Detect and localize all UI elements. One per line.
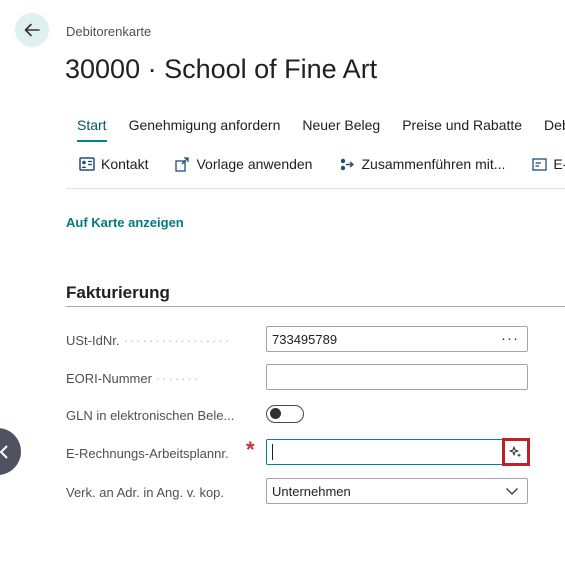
- section-title: Fakturierung: [66, 283, 170, 302]
- action-bar-divider: [66, 188, 565, 189]
- copilot-suggest-button[interactable]: [502, 438, 530, 466]
- contact-button[interactable]: Kontakt: [79, 156, 148, 172]
- ship-address-value: Unternehmen: [272, 483, 351, 499]
- required-indicator: *: [246, 437, 255, 462]
- ship-address-label: Verk. an Adr. in Ang. v. kop.: [66, 485, 225, 500]
- ellipsis-icon[interactable]: ···: [501, 330, 519, 347]
- apply-template-icon: [175, 156, 190, 172]
- sparkle-icon: [509, 446, 522, 458]
- vat-id-field[interactable]: 733495789 ···: [266, 326, 528, 352]
- page-caption: Debitorenkarte: [66, 24, 152, 39]
- tab-prices-discounts[interactable]: Preise und Rabatte: [402, 117, 522, 139]
- merge-label: Zusammenführen mit...: [361, 156, 506, 172]
- collapse-panel-button[interactable]: [0, 428, 21, 475]
- apply-template-label: Vorlage anwenden: [196, 156, 313, 172]
- email-icon: [532, 157, 548, 171]
- email-label: E-M: [553, 156, 565, 172]
- eori-label: EORI-Nummer ·······: [66, 371, 201, 386]
- tab-request-approval[interactable]: Genehmigung anfordern: [129, 117, 281, 139]
- section-divider: [66, 306, 565, 307]
- gln-label: GLN in elektronischen Bele...: [66, 408, 235, 423]
- contact-label: Kontakt: [101, 156, 149, 172]
- page-title: 30000 · School of Fine Art: [65, 54, 378, 84]
- chevron-left-icon: [0, 444, 8, 459]
- vat-id-value: 733495789: [272, 331, 338, 347]
- eori-field[interactable]: [266, 364, 528, 390]
- merge-icon: [341, 158, 355, 170]
- text-caret: [272, 444, 273, 460]
- back-button[interactable]: [15, 13, 49, 47]
- e-invoice-label: E-Rechnungs-Arbeitsplannr.: [66, 446, 229, 461]
- tab-start[interactable]: Start: [77, 117, 107, 142]
- ship-address-select[interactable]: Unternehmen: [266, 478, 528, 504]
- merge-button[interactable]: Zusammenführen mit...: [339, 156, 505, 172]
- e-invoice-field[interactable]: [266, 439, 504, 465]
- email-button[interactable]: E-M: [532, 156, 565, 172]
- chevron-down-icon: [506, 488, 518, 495]
- action-tabs: Start Genehmigung anfordern Neuer Beleg …: [66, 117, 565, 142]
- tab-new-document[interactable]: Neuer Beleg: [302, 117, 380, 139]
- apply-template-button[interactable]: Vorlage anwenden: [175, 156, 312, 172]
- contact-card-icon: [79, 157, 95, 171]
- arrow-left-icon: [24, 23, 40, 37]
- action-bar: Kontakt Vorlage anwenden Zusammenführen …: [68, 156, 565, 172]
- toggle-knob: [270, 408, 281, 419]
- tab-customer[interactable]: Debi: [544, 117, 565, 139]
- show-on-map-link[interactable]: Auf Karte anzeigen: [66, 215, 184, 230]
- vat-id-label: USt-IdNr. ·················: [66, 333, 232, 348]
- gln-toggle[interactable]: [266, 405, 304, 423]
